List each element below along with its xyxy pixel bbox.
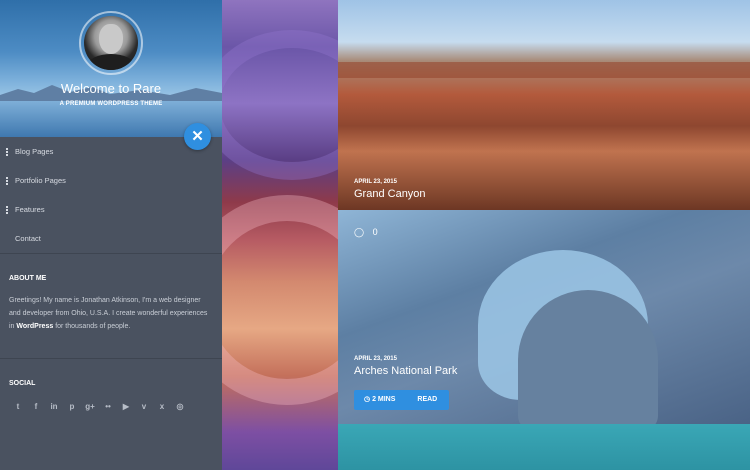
twitter-icon[interactable]: t: [12, 402, 24, 411]
wordpress-link[interactable]: WordPress: [16, 323, 53, 330]
youtube-icon[interactable]: ▶: [120, 402, 132, 411]
divider: [0, 358, 222, 359]
site-title[interactable]: Welcome to Rare: [0, 81, 222, 96]
comment-count: 0: [372, 227, 378, 237]
sidebar-nav: Blog Pages Portfolio Pages Features Cont…: [0, 137, 222, 253]
linkedin-icon[interactable]: in: [48, 402, 60, 411]
facebook-icon[interactable]: f: [30, 402, 42, 411]
featured-image-strip[interactable]: [222, 0, 338, 470]
post-card[interactable]: APRIL 23, 2015 Grand Canyon: [338, 0, 750, 210]
close-sidebar-button[interactable]: ✕: [184, 123, 211, 150]
nav-item-label: Features: [15, 205, 45, 214]
comments-count[interactable]: ◯ 0: [354, 227, 378, 238]
google-plus-icon[interactable]: g+: [84, 402, 96, 411]
divider: [0, 253, 222, 254]
canyon-graphic: [338, 62, 750, 78]
flickr-icon[interactable]: ••: [102, 402, 114, 411]
pinterest-icon[interactable]: p: [66, 402, 78, 411]
sidebar: Welcome to Rare A PREMIUM WORDPRESS THEM…: [0, 0, 222, 470]
nav-item-label: Contact: [15, 234, 41, 243]
nav-item-features[interactable]: Features: [0, 195, 222, 224]
post-date: APRIL 23, 2015: [354, 356, 397, 362]
arch-graphic: [518, 290, 658, 424]
vimeo-icon[interactable]: v: [138, 402, 150, 411]
read-time-label: 2 MINS: [372, 396, 396, 403]
read-time-button[interactable]: ◷ 2 MINS: [354, 390, 405, 410]
post-list: APRIL 23, 2015 Grand Canyon ◯ 0 APRIL 23…: [338, 0, 750, 470]
about-text-part: for thousands of people.: [53, 323, 131, 330]
sidebar-header-image: Welcome to Rare A PREMIUM WORDPRESS THEM…: [0, 0, 222, 137]
nav-item-contact[interactable]: Contact: [0, 224, 222, 253]
rock-texture: [222, 195, 338, 405]
post-date: APRIL 23, 2015: [354, 179, 397, 185]
nav-item-label: Portfolio Pages: [15, 176, 66, 185]
comment-icon: ◯: [354, 227, 365, 237]
post-actions: ◷ 2 MINS READ: [354, 390, 450, 410]
post-title[interactable]: Arches National Park: [354, 365, 457, 377]
submenu-dots-icon[interactable]: [6, 177, 9, 186]
post-card[interactable]: [338, 424, 750, 470]
instagram-icon[interactable]: ◎: [174, 402, 186, 411]
about-heading: ABOUT ME: [9, 275, 47, 282]
xing-icon[interactable]: x: [156, 402, 168, 411]
social-heading: SOCIAL: [9, 380, 36, 387]
avatar-photo: [84, 16, 138, 70]
submenu-dots-icon[interactable]: [6, 148, 9, 157]
about-text: Greetings! My name is Jonathan Atkinson,…: [9, 294, 214, 333]
site-tagline: A PREMIUM WORDPRESS THEME: [59, 101, 163, 107]
post-card[interactable]: ◯ 0 APRIL 23, 2015 Arches National Park …: [338, 210, 750, 424]
avatar[interactable]: [79, 11, 143, 75]
nav-item-label: Blog Pages: [15, 147, 54, 156]
rock-texture: [222, 30, 338, 180]
clock-icon: ◷: [364, 396, 371, 403]
close-icon: ✕: [191, 128, 204, 145]
submenu-dots-icon[interactable]: [6, 206, 9, 215]
post-title[interactable]: Grand Canyon: [354, 188, 426, 200]
nav-item-portfolio-pages[interactable]: Portfolio Pages: [0, 166, 222, 195]
read-button[interactable]: READ: [405, 390, 449, 410]
